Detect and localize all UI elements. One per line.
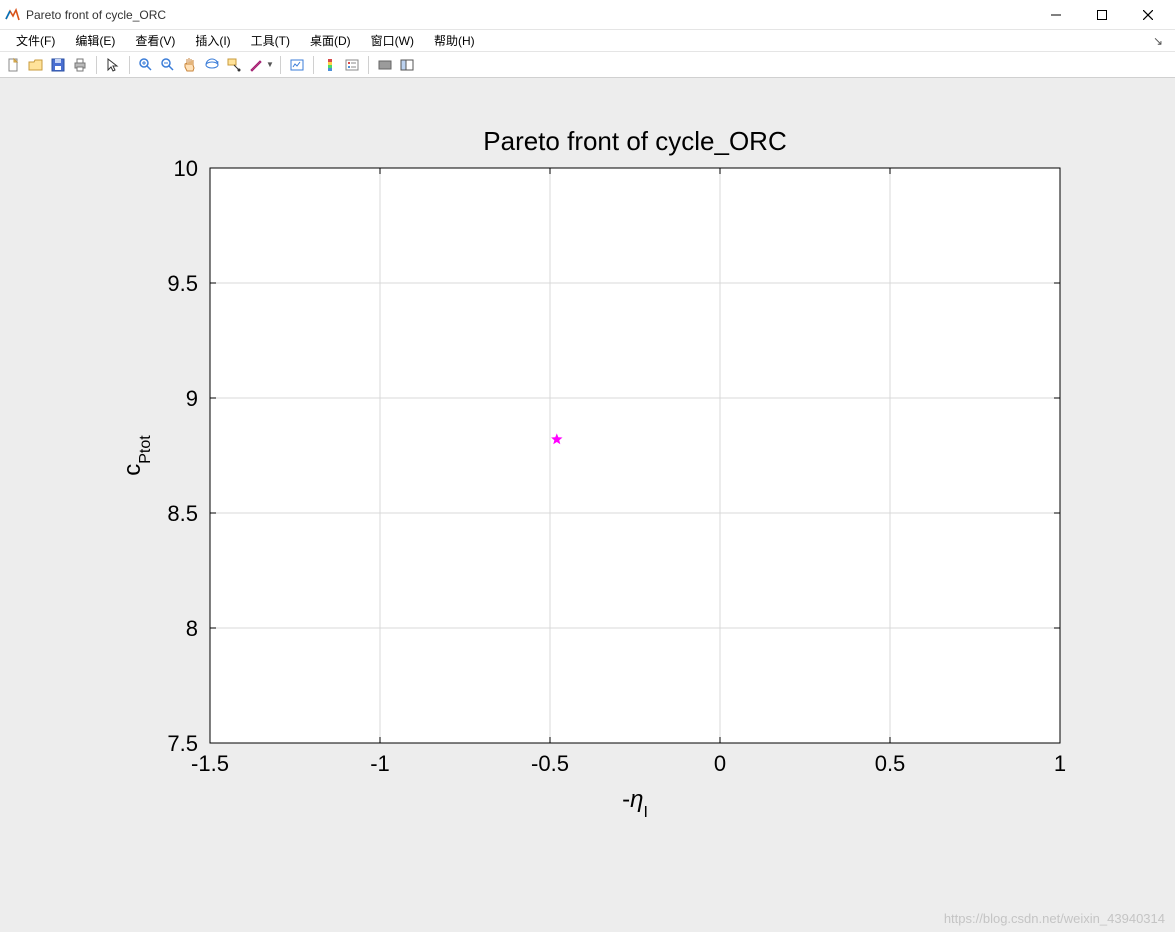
menu-overflow-icon[interactable]: ↘ [1153,34,1169,48]
matlab-app-icon [4,7,20,23]
window-controls [1033,0,1171,30]
svg-text:9: 9 [186,386,198,411]
menu-desktop[interactable]: 桌面(D) [300,30,361,51]
svg-text:0.5: 0.5 [875,751,906,776]
chart-title: Pareto front of cycle_ORC [483,126,786,156]
titlebar: Pareto front of cycle_ORC [0,0,1175,30]
data-cursor-icon[interactable] [224,55,244,75]
svg-text:8.5: 8.5 [167,501,198,526]
svg-text:-1: -1 [370,751,390,776]
svg-text:9.5: 9.5 [167,271,198,296]
pan-icon[interactable] [180,55,200,75]
y-axis-label: cPtot [119,435,154,476]
svg-text:1: 1 [1054,751,1066,776]
svg-text:-0.5: -0.5 [531,751,569,776]
svg-text:10: 10 [174,156,198,181]
minimize-button[interactable] [1033,0,1079,30]
menu-tools[interactable]: 工具(T) [241,30,300,51]
axes: -1.5-1-0.500.517.588.599.510Pareto front… [0,78,1175,932]
figure-window: Pareto front of cycle_ORC 文件(F) 编辑(E) 查看… [0,0,1175,932]
dock-figure-icon[interactable] [397,55,417,75]
menu-help[interactable]: 帮助(H) [424,30,485,51]
menu-view[interactable]: 查看(V) [125,30,185,51]
maximize-button[interactable] [1079,0,1125,30]
legend-icon[interactable] [342,55,362,75]
open-folder-icon[interactable] [26,55,46,75]
svg-text:0: 0 [714,751,726,776]
menu-window[interactable]: 窗口(W) [361,30,424,51]
menubar: 文件(F) 编辑(E) 查看(V) 插入(I) 工具(T) 桌面(D) 窗口(W… [0,30,1175,52]
zoom-in-icon[interactable] [136,55,156,75]
x-axis-label: -ηI [622,786,648,821]
print-icon[interactable] [70,55,90,75]
svg-text:7.5: 7.5 [167,731,198,756]
zoom-out-icon[interactable] [158,55,178,75]
window-title: Pareto front of cycle_ORC [26,8,1033,22]
colorbar-icon[interactable] [320,55,340,75]
save-icon[interactable] [48,55,68,75]
figure-canvas[interactable]: -1.5-1-0.500.517.588.599.510Pareto front… [0,78,1175,932]
menu-insert[interactable]: 插入(I) [185,30,240,51]
rotate-3d-icon[interactable] [202,55,222,75]
link-plot-icon[interactable] [287,55,307,75]
menu-edit[interactable]: 编辑(E) [65,30,125,51]
menu-file[interactable]: 文件(F) [6,30,65,51]
toolbar: ▼ [0,52,1175,78]
hide-plot-icon[interactable] [375,55,395,75]
brush-dropdown-icon[interactable]: ▼ [266,60,274,69]
svg-text:8: 8 [186,616,198,641]
watermark-text: https://blog.csdn.net/weixin_43940314 [944,911,1165,926]
close-button[interactable] [1125,0,1171,30]
brush-icon[interactable] [246,55,266,75]
chart-svg: -1.5-1-0.500.517.588.599.510Pareto front… [0,78,1175,932]
new-file-icon[interactable] [4,55,24,75]
pointer-icon[interactable] [103,55,123,75]
